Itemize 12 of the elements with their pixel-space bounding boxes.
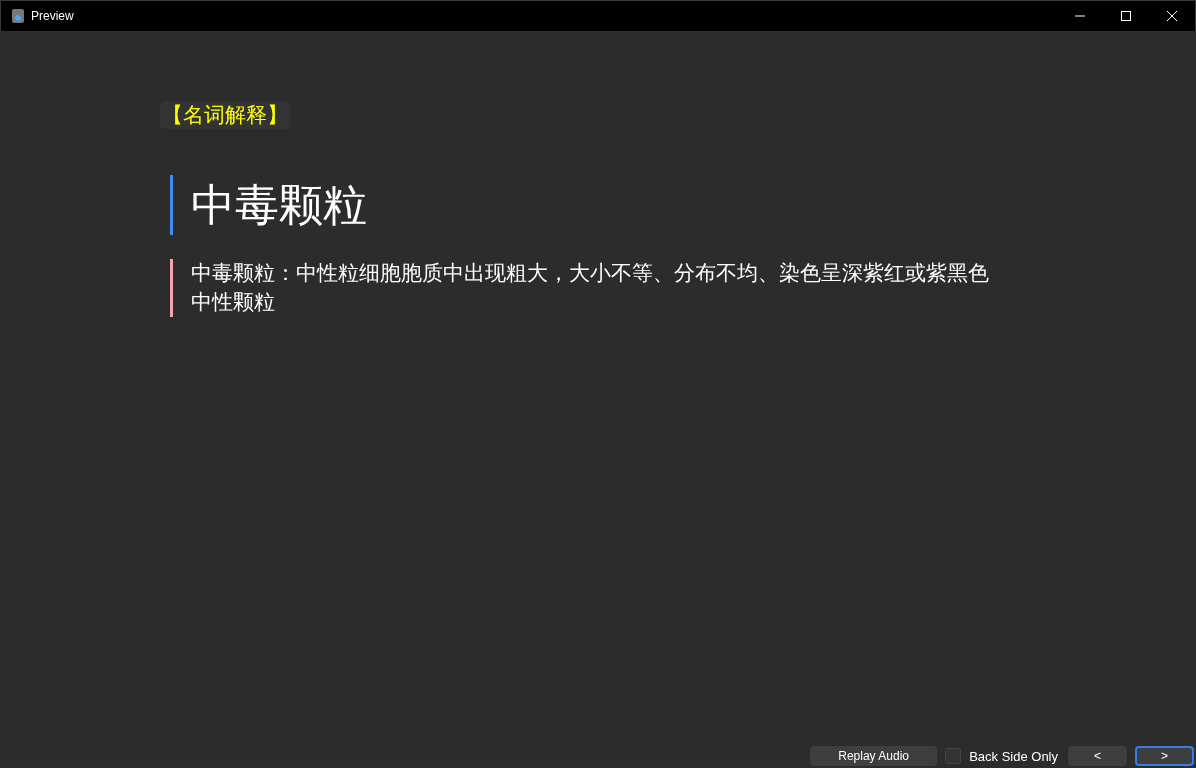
definition-text: 中毒颗粒：中性粒细胞胞质中出现粗大，大小不等、分布不均、染色呈深紫红或紫黑色中性颗粒 <box>170 259 991 317</box>
window-title: Preview <box>31 9 75 23</box>
previous-button[interactable]: < <box>1068 746 1127 766</box>
replay-audio-button[interactable]: Replay Audio <box>810 746 938 766</box>
app-icon <box>11 8 25 24</box>
next-button[interactable]: > <box>1135 746 1194 766</box>
category-tag: 【名词解释】 <box>160 101 290 129</box>
close-icon <box>1167 11 1177 21</box>
term-heading: 中毒颗粒 <box>170 175 367 235</box>
back-side-label: Back Side Only <box>969 748 1058 764</box>
back-side-checkbox[interactable] <box>945 748 962 764</box>
maximize-icon <box>1121 11 1131 21</box>
